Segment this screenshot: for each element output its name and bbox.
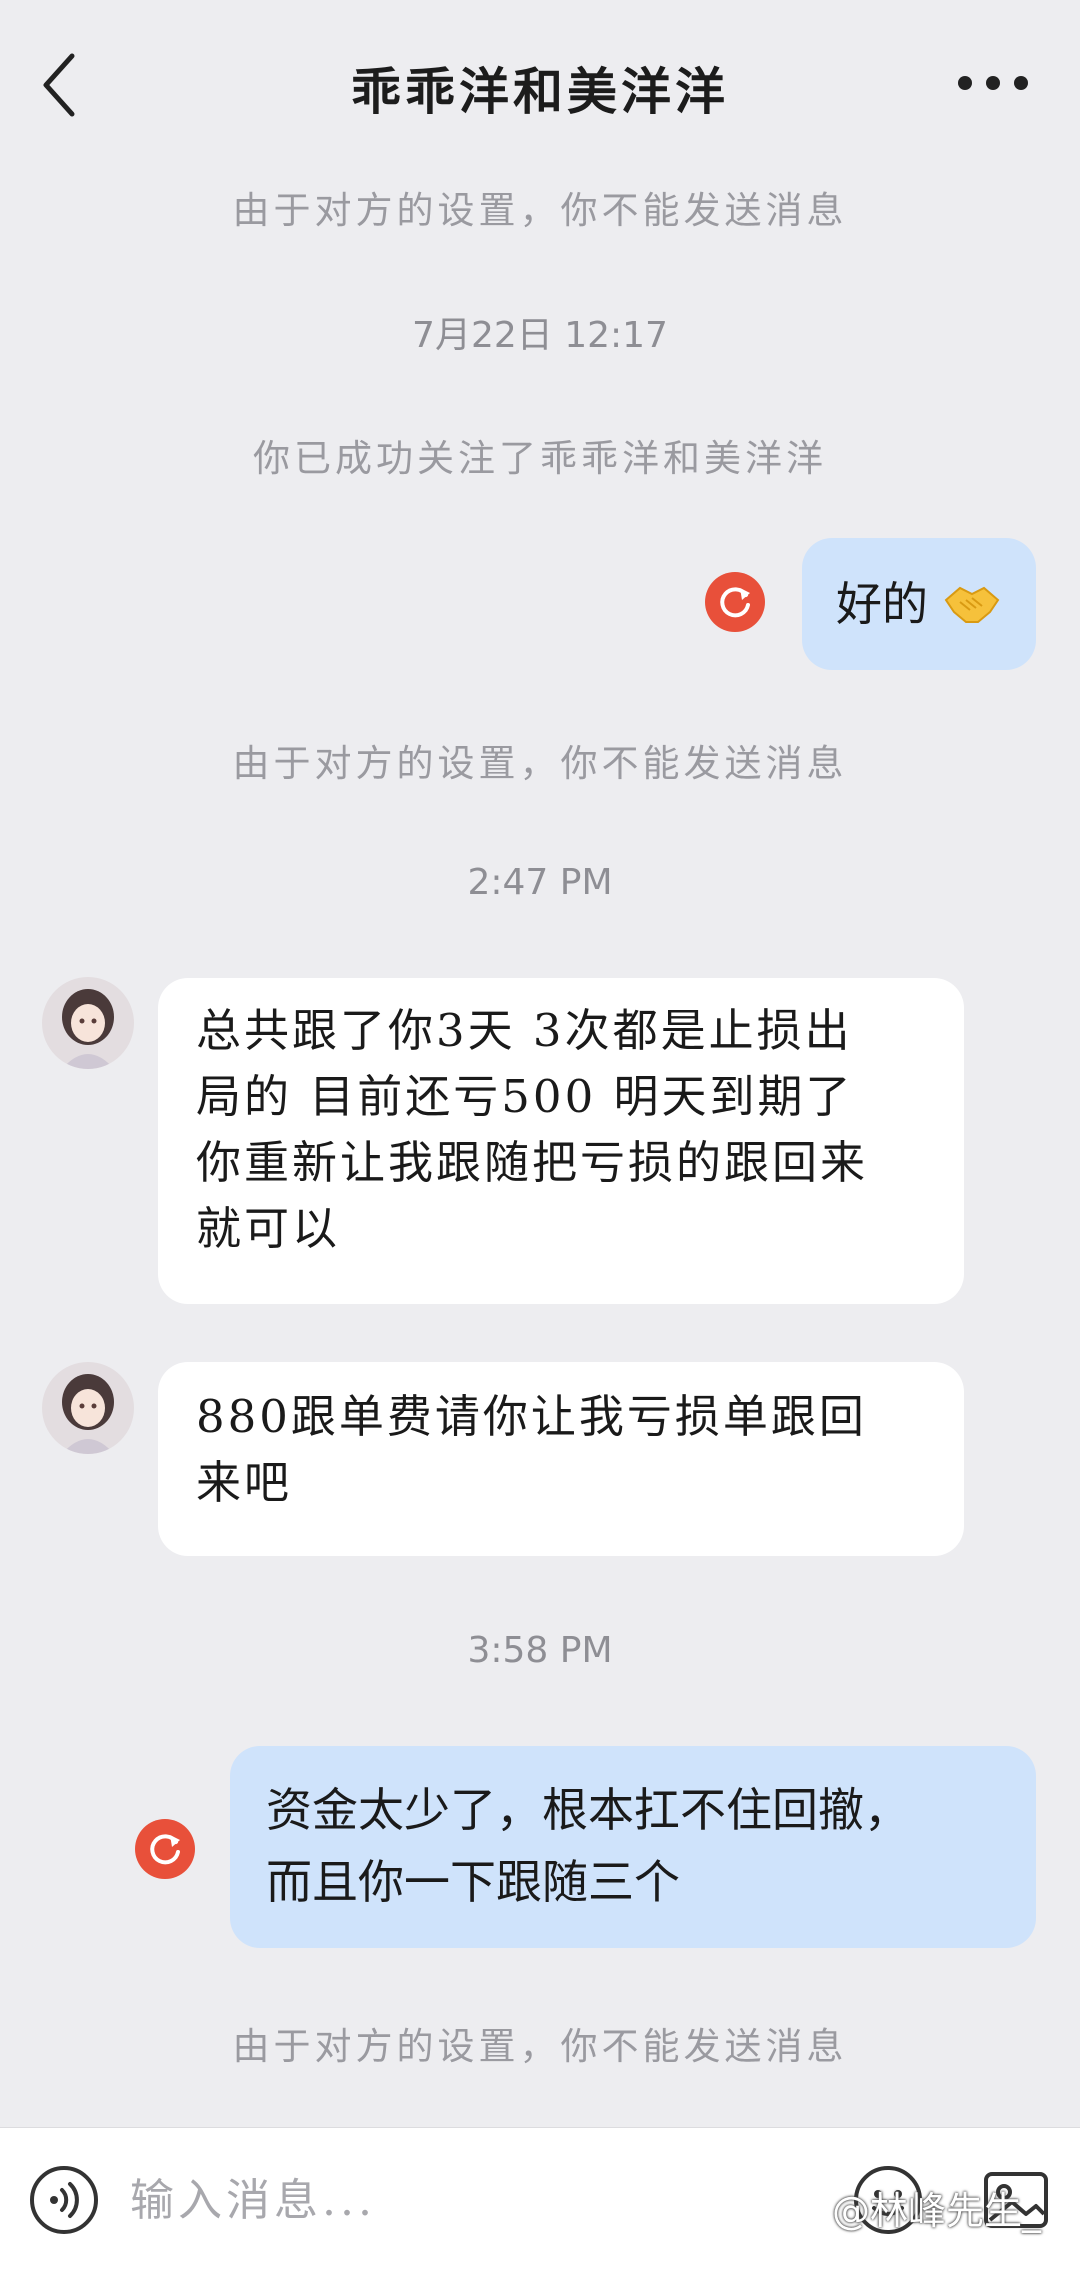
message-line: 来吧 [196,1456,293,1509]
timestamp: 7月22日 12:17 [412,315,668,356]
contact-avatar[interactable] [42,1362,134,1454]
chat-header: 乖乖洋和美洋洋 [0,0,1080,170]
voice-icon[interactable] [28,2164,100,2236]
avatar-image [42,1362,134,1454]
message-line: 你重新让我跟随把亏损的跟回来 [196,1136,869,1189]
message-bubble-outgoing[interactable]: 资金太少了，根本扛不住回撤， 而且你一下跟随三个 [230,1746,1036,1948]
message-bubble-outgoing[interactable]: 好的 [802,538,1036,670]
message-bubble-incoming[interactable]: 总共跟了你3天 3次都是止损出 局的 目前还亏500 明天到期了 你重新让我跟随… [158,978,964,1304]
avatar-image [42,977,134,1069]
message-text: 好的 [836,577,928,631]
system-notice: 由于对方的设置，你不能发送消息 [232,2025,848,2068]
system-notice: 由于对方的设置，你不能发送消息 [232,189,848,232]
message-line: 局的 目前还亏500 明天到期了 [196,1070,854,1123]
contact-avatar[interactable] [42,977,134,1069]
system-notice-followed: 你已成功关注了乖乖洋和美洋洋 [253,437,827,480]
message-line: 880跟单费请你让我亏损单跟回 [196,1390,867,1443]
more-options-icon[interactable] [950,68,1060,98]
chat-title: 乖乖洋和美洋洋 [351,63,729,121]
handshake-emoji-icon [944,586,1000,623]
message-line: 而且你一下跟随三个 [266,1855,680,1909]
watermark: @林峰先生_ [832,2189,1042,2233]
message-input[interactable]: 输入消息... [130,2166,630,2236]
system-notice: 由于对方的设置，你不能发送消息 [232,742,848,785]
resend-icon[interactable] [134,1818,196,1880]
message-line: 总共跟了你3天 3次都是止损出 [196,1004,853,1057]
message-line: 资金太少了，根本扛不住回撤， [266,1783,910,1837]
message-bubble-incoming[interactable]: 880跟单费请你让我亏损单跟回 来吧 [158,1362,964,1556]
message-line: 就可以 [196,1202,341,1255]
timestamp: 2:47 PM [467,862,613,903]
timestamp: 3:58 PM [467,1630,613,1671]
resend-icon[interactable] [704,571,766,633]
